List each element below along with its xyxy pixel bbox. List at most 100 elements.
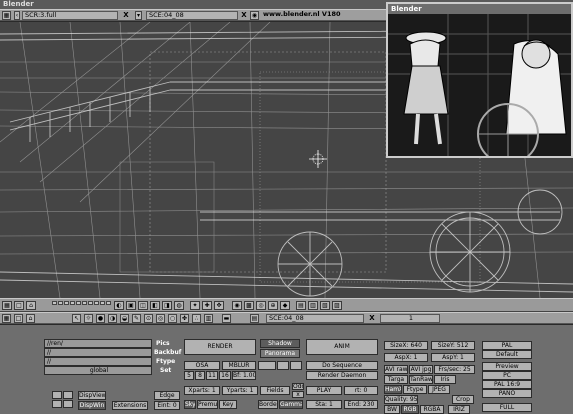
texture-buttons-icon[interactable]: ◑	[108, 314, 117, 323]
rgba-button[interactable]: RGBA	[420, 405, 444, 414]
snap-icon[interactable]: ▤	[296, 301, 306, 310]
lock-icon[interactable]: ◐	[114, 301, 124, 310]
scene-browse-icon[interactable]: ▾	[135, 11, 142, 20]
editing-buttons-icon[interactable]: ▥	[204, 314, 213, 323]
view-icon-c[interactable]	[52, 400, 62, 408]
view-icon-a[interactable]	[52, 391, 62, 399]
sky-button[interactable]: Sky	[184, 400, 196, 409]
local-view-icon[interactable]: ✦	[190, 301, 200, 310]
shadow-button[interactable]: Shadow	[260, 339, 300, 348]
sta-field[interactable]: Sta: 1	[306, 400, 342, 409]
frs-sec-field[interactable]: Frs/sec: 25	[434, 365, 475, 374]
view-top-icon[interactable]: ◫	[138, 301, 148, 310]
preset-pc[interactable]: PC	[482, 371, 532, 380]
edge-toggle-c[interactable]	[290, 361, 302, 370]
iris-button[interactable]: Iris	[434, 375, 456, 384]
iriz-button[interactable]: IRIZ	[448, 405, 470, 414]
collapse-icon[interactable]: ‹	[14, 11, 20, 20]
sizex-field[interactable]: SizeX: 640	[384, 341, 428, 350]
current-frame-field[interactable]: 1	[380, 314, 440, 323]
osa-11-button[interactable]: 11	[206, 371, 218, 380]
preset-pal[interactable]: PAL	[482, 341, 532, 350]
screen-browse-field[interactable]: SCR:3.full	[22, 11, 118, 20]
view-front-icon[interactable]: ◧	[150, 301, 160, 310]
home-icon[interactable]: ⌂	[26, 301, 36, 310]
play-button[interactable]: PLAY	[306, 386, 342, 395]
osa-16-button[interactable]: 16	[219, 371, 231, 380]
scale-icon[interactable]: ⊕	[268, 301, 278, 310]
draw-mode-icon[interactable]: ◍	[174, 301, 184, 310]
border-button[interactable]: Border	[258, 400, 278, 409]
view-type-icon[interactable]: ▦	[2, 301, 12, 310]
dispview-button[interactable]: DispView	[78, 391, 106, 400]
render-daemon-button[interactable]: Render Daemon	[306, 371, 378, 380]
global-field[interactable]: global	[44, 366, 152, 375]
gamma-button[interactable]: Gamma	[279, 400, 303, 409]
odd-button[interactable]: Odd	[292, 383, 304, 390]
close-screen-icon[interactable]: X	[122, 11, 130, 20]
bw-button[interactable]: BW	[384, 405, 400, 414]
preset-default[interactable]: Default	[482, 350, 532, 359]
close-scene-icon[interactable]: X	[240, 11, 248, 20]
hamx-button[interactable]: HamX	[384, 385, 402, 394]
layer-button-4[interactable]	[70, 301, 75, 305]
zoom-icon[interactable]: ✚	[202, 301, 212, 310]
animation-buttons-icon[interactable]: ◒	[120, 314, 129, 323]
view-icon-b[interactable]	[63, 391, 73, 399]
osa-5-button[interactable]: 5	[184, 371, 194, 380]
extensions-button[interactable]: Extensions	[112, 401, 148, 410]
render-window[interactable]: Blender	[386, 2, 573, 158]
scene-browse-field[interactable]: SCE:04_08	[146, 11, 238, 20]
render-button[interactable]: RENDER	[184, 339, 256, 355]
layer-button-5[interactable]	[76, 301, 81, 305]
rgb-button[interactable]: RGB	[401, 405, 419, 414]
edge-toggle-a[interactable]	[258, 361, 276, 370]
bf-field[interactable]: Bf: 1.000	[232, 371, 256, 380]
render-buttons-icon[interactable]: ○	[168, 314, 177, 323]
proportional-icon[interactable]: ▥	[308, 301, 318, 310]
avi-raw-button[interactable]: AVI raw	[384, 365, 408, 374]
anim-button[interactable]: ANIM	[306, 339, 378, 355]
radiosity-buttons-icon[interactable]: ⊙	[144, 314, 153, 323]
edge-button[interactable]: Edge	[154, 391, 180, 400]
premul-button[interactable]: Premul	[197, 400, 218, 409]
preset-full[interactable]: FULL	[482, 403, 532, 412]
fullscreen-icon-buttons[interactable]: □	[14, 314, 23, 323]
panorama-button[interactable]: Panorama	[260, 349, 300, 358]
x-button[interactable]: x	[292, 391, 304, 398]
layer-button-7[interactable]	[88, 301, 93, 305]
preset-preview[interactable]: Preview	[482, 362, 532, 371]
jpeg-button[interactable]: JPEG	[428, 385, 450, 394]
targa-button[interactable]: Targa	[384, 375, 408, 384]
camera-icon[interactable]: ▨	[332, 301, 342, 310]
window-type-icon[interactable]: ▦	[2, 11, 11, 20]
aspx-field[interactable]: AspX: 1	[384, 353, 428, 362]
quality-field[interactable]: Quality: 95	[384, 395, 418, 404]
preset-pano[interactable]: PANO	[482, 389, 532, 398]
render-view-icon[interactable]: ▧	[320, 301, 330, 310]
buttons-scene-field[interactable]: SCE:04_08	[266, 314, 364, 323]
grab-icon[interactable]: ▩	[244, 301, 254, 310]
particle-buttons-icon[interactable]: ✤	[180, 314, 189, 323]
osa-button[interactable]: OSA	[184, 361, 220, 370]
ipo-icon[interactable]: ◉	[232, 301, 242, 310]
constraint-buttons-icon[interactable]: ∴	[192, 314, 201, 323]
ftype-button[interactable]: Ftype	[403, 385, 427, 394]
script-buttons-icon[interactable]: ◎	[156, 314, 165, 323]
layer-button-3[interactable]	[64, 301, 69, 305]
rt-field[interactable]: rt: 0	[344, 386, 378, 395]
edit-mode-icon[interactable]: ◆	[280, 301, 290, 310]
key-button[interactable]: Key	[219, 400, 237, 409]
sizey-field[interactable]: SizeY: 512	[431, 341, 475, 350]
pan-icon[interactable]: ✥	[214, 301, 224, 310]
eint-field[interactable]: Eint: 0	[154, 401, 180, 410]
dispwin-button[interactable]: DispWin	[78, 401, 106, 410]
end-field[interactable]: End: 230	[344, 400, 378, 409]
xparts-field[interactable]: Xparts: 1	[184, 386, 220, 395]
mblur-button[interactable]: MBLUR	[222, 361, 256, 370]
edge-toggle-b[interactable]	[277, 361, 289, 370]
preset-pal-16-9[interactable]: PAL 16:9	[482, 380, 532, 389]
aspy-field[interactable]: AspY: 1	[431, 353, 475, 362]
avi-jpg-button[interactable]: AVI jpg	[409, 365, 433, 374]
tanraw-button[interactable]: TanRaw	[409, 375, 433, 384]
